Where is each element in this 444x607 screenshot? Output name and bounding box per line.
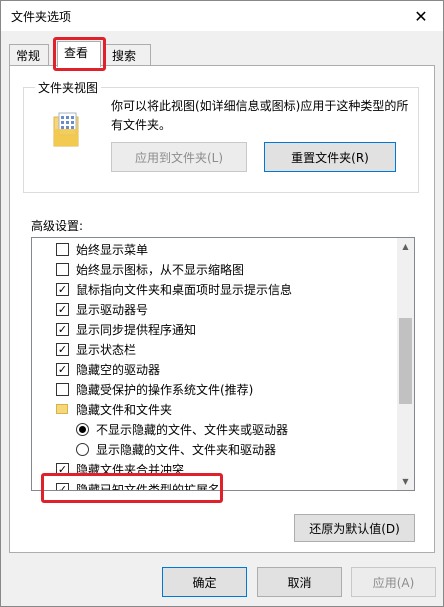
settings-radio-item[interactable]: 显示隐藏的文件、文件夹和驱动器 — [76, 439, 276, 459]
checkbox-checked-icon[interactable]: ✓ — [56, 282, 69, 296]
title-bar: 文件夹选项 ✕ — [1, 1, 443, 31]
window-title: 文件夹选项 — [11, 10, 72, 24]
checkbox-checked-icon[interactable]: ✓ — [56, 362, 69, 376]
settings-checkbox-item[interactable]: ✓ 隐藏空的驱动器 — [56, 359, 160, 379]
settings-item-label: 不显示隐藏的文件、文件夹或驱动器 — [96, 422, 289, 437]
settings-item-label: 隐藏文件和文件夹 — [76, 402, 173, 417]
tab-label: 搜索 — [112, 49, 137, 63]
checkbox-checked-icon[interactable]: ✓ — [56, 302, 69, 316]
advanced-settings-list[interactable]: 始终显示菜单 始终显示图标，从不显示缩略图 ✓ 鼠标指向文件夹和桌面项时显示提示信息 ✓… — [31, 237, 415, 491]
settings-item-label: 显示隐藏的文件、文件夹和驱动器 — [96, 442, 277, 457]
settings-checkbox-item[interactable]: ✓ 鼠标指向文件夹和桌面项时显示提示信息 — [56, 279, 292, 299]
tab-search[interactable]: 搜索 — [105, 44, 151, 66]
folder-options-dialog: 文件夹选项 ✕ 常规 查看 搜索 文件夹视图 你可以将此视图(如详细信息或图标)… — [0, 0, 444, 607]
close-icon[interactable]: ✕ — [399, 1, 443, 31]
tab-general[interactable]: 常规 — [9, 44, 49, 66]
radio-selected-icon[interactable] — [76, 422, 89, 436]
folder-view-icon — [53, 112, 79, 147]
settings-checkbox-item[interactable]: ✓ 显示驱动器号 — [56, 299, 148, 319]
cancel-button[interactable]: 取消 — [257, 567, 342, 597]
highlight-box-hide-extensions — [41, 473, 223, 503]
scroll-down-icon[interactable]: ▼ — [397, 473, 414, 490]
restore-defaults-button[interactable]: 还原为默认值(D) — [294, 514, 415, 542]
vertical-scrollbar[interactable]: ▲ ▼ — [397, 238, 414, 490]
settings-checkbox-item[interactable]: 始终显示菜单 — [56, 239, 148, 259]
settings-radio-item[interactable]: 不显示隐藏的文件、文件夹或驱动器 — [76, 419, 288, 439]
settings-item-label: 显示同步提供程序通知 — [76, 322, 197, 337]
highlight-box-view-tab — [53, 37, 106, 71]
settings-item-label: 显示驱动器号 — [76, 302, 149, 317]
settings-checkbox-item[interactable]: 始终显示图标，从不显示缩略图 — [56, 259, 244, 279]
settings-item-label: 鼠标指向文件夹和桌面项时显示提示信息 — [76, 282, 293, 297]
scroll-thumb[interactable] — [399, 318, 412, 404]
advanced-settings-label: 高级设置: — [31, 219, 84, 233]
settings-item-label: 显示状态栏 — [76, 342, 137, 357]
checkbox-unchecked-icon[interactable] — [56, 242, 69, 256]
settings-checkbox-item[interactable]: ✓ 显示状态栏 — [56, 339, 136, 359]
folder-views-description: 你可以将此视图(如详细信息或图标)应用于这种类型的所有文件夹。 — [111, 99, 409, 132]
settings-item-label: 始终显示菜单 — [76, 242, 149, 257]
ok-button[interactable]: 确定 — [162, 567, 247, 597]
button-label: 重置文件夹(R) — [291, 150, 369, 165]
checkbox-unchecked-icon[interactable] — [56, 262, 69, 276]
apply-button[interactable]: 应用(A) — [351, 567, 436, 597]
radio-unselected-icon[interactable] — [76, 442, 89, 456]
button-label: 取消 — [287, 575, 312, 590]
settings-item-label: 隐藏受保护的操作系统文件(推荐) — [76, 382, 254, 397]
apply-to-folders-button[interactable]: 应用到文件夹(L) — [111, 142, 247, 172]
reset-folders-button[interactable]: 重置文件夹(R) — [264, 142, 396, 172]
checkbox-unchecked-icon[interactable] — [56, 382, 69, 396]
settings-checkbox-item[interactable]: ✓ 显示同步提供程序通知 — [56, 319, 196, 339]
button-label: 应用(A) — [372, 575, 415, 590]
settings-item-label: 隐藏空的驱动器 — [76, 362, 161, 377]
checkbox-checked-icon[interactable]: ✓ — [56, 342, 69, 356]
settings-item-label: 始终显示图标，从不显示缩略图 — [76, 262, 245, 277]
button-label: 还原为默认值(D) — [309, 521, 400, 536]
settings-checkbox-item[interactable]: 隐藏受保护的操作系统文件(推荐) — [56, 379, 253, 399]
checkbox-checked-icon[interactable]: ✓ — [56, 322, 69, 336]
folder-icon — [56, 404, 68, 414]
scroll-up-icon[interactable]: ▲ — [397, 238, 414, 255]
settings-group-header: 隐藏文件和文件夹 — [56, 399, 172, 419]
button-label: 确定 — [192, 575, 217, 590]
folder-views-title: 文件夹视图 — [35, 79, 102, 96]
button-label: 应用到文件夹(L) — [134, 150, 224, 165]
tab-label: 常规 — [16, 49, 41, 63]
